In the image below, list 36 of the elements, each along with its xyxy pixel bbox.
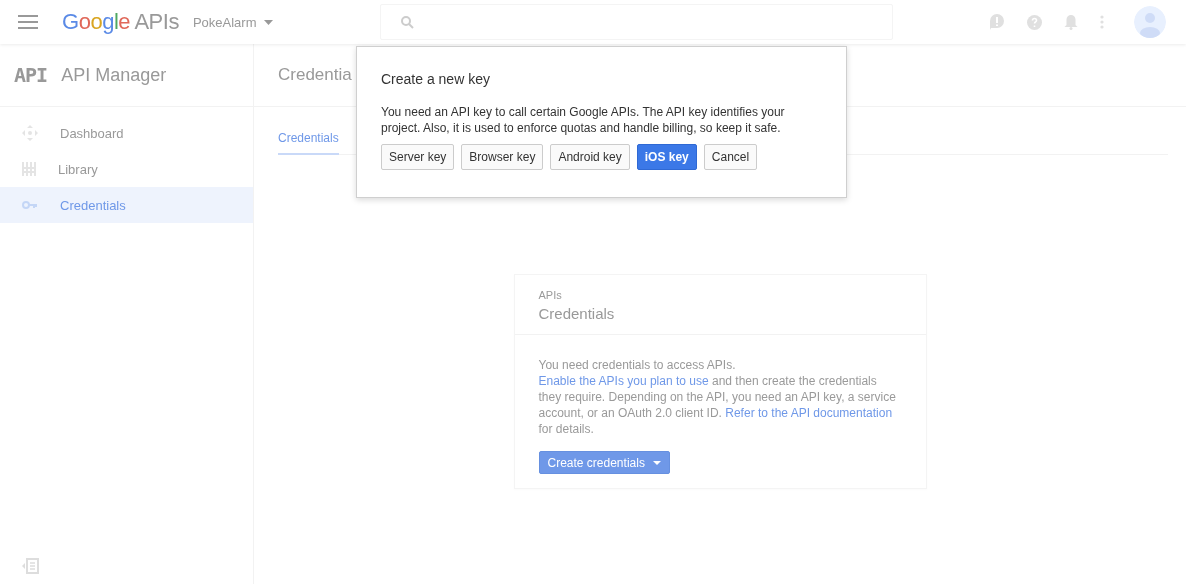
api-logo: API (14, 63, 48, 87)
key-type-button[interactable]: Browser key (461, 144, 544, 170)
nav-item[interactable]: Dashboard (0, 115, 253, 151)
doc-link[interactable]: Refer to the API documentation (725, 406, 893, 420)
key-type-button[interactable]: Android key (550, 144, 630, 170)
caret-icon (264, 19, 274, 25)
arrows-icon (22, 125, 38, 141)
tab[interactable]: Credentials (278, 125, 339, 155)
doc-link[interactable]: use (689, 374, 709, 388)
page-title: Credentia (278, 65, 352, 85)
card-description: You need credentials to access APIs. Enable the APIs you plan to use and then create the credentials they require. Depending on the API, you need an API key, a service account, or an OAuth 2.0 client ID. Refer to the API documentation for details. (538, 357, 897, 437)
app-title: API Manager (61, 64, 167, 86)
bell-icon[interactable] (1064, 14, 1078, 30)
key-type-button[interactable]: Cancel (703, 144, 758, 170)
avatar[interactable] (1134, 6, 1166, 38)
help-icon[interactable] (1027, 14, 1042, 30)
nav-item[interactable]: Credentials (0, 187, 253, 223)
dialog-text: You need an API key to call certain Google APIs. The API key identifies your project. Also, it is used to enforce quotas and handle billing, so keep it safe. (381, 104, 786, 136)
feedback-icon[interactable] (989, 14, 1005, 30)
search-field[interactable] (380, 4, 894, 40)
caret-icon (652, 460, 661, 465)
doc-link[interactable]: Enable the APIs you plan to (538, 374, 690, 388)
key-type-button[interactable]: iOS key (636, 144, 697, 170)
card-title: Credentials (538, 305, 616, 322)
card-eyebrow: APIs (538, 289, 563, 301)
search-icon (401, 15, 415, 29)
menu-icon[interactable] (18, 15, 38, 29)
key-icon (22, 200, 38, 210)
library-icon (22, 162, 36, 176)
key-type-button[interactable]: Server key (381, 144, 455, 170)
nav-item[interactable]: Library (0, 151, 253, 187)
dialog-title: Create a new key (381, 71, 491, 87)
collapse-icon[interactable] (22, 558, 40, 574)
project-selector[interactable]: PokeAlarm (192, 14, 274, 30)
brand-logo[interactable]: Google APIs (62, 9, 179, 35)
create-credentials-button[interactable]: Create credentials (538, 451, 670, 474)
